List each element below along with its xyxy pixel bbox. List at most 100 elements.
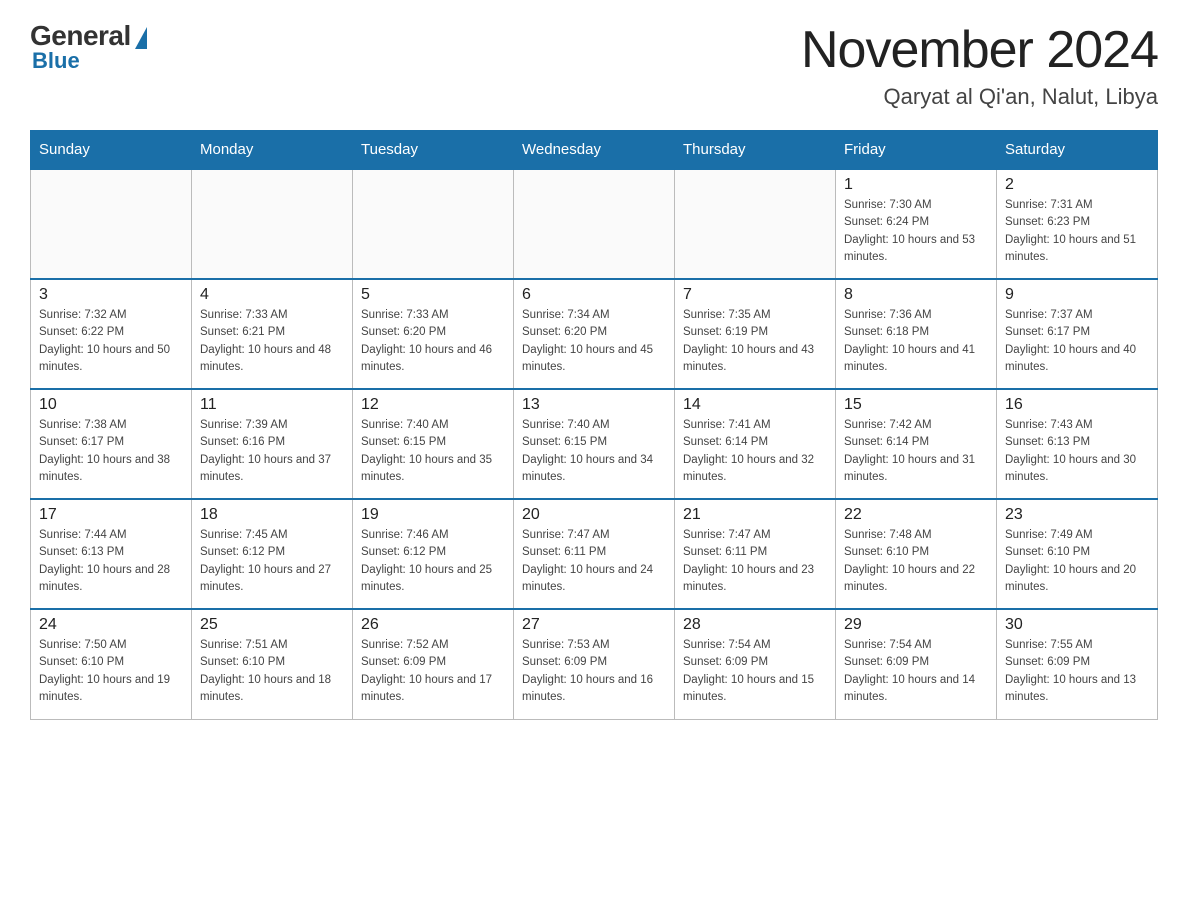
header-wednesday: Wednesday: [514, 131, 675, 170]
calendar-cell: 23 Sunrise: 7:49 AMSunset: 6:10 PMDayligh…: [997, 499, 1158, 609]
calendar-cell: 8Sunrise: 7:36 AMSunset: 6:18 PMDaylight…: [836, 279, 997, 389]
calendar-cell: 30 Sunrise: 7:55 AMSunset: 6:09 PMDayligh…: [997, 609, 1158, 719]
calendar-cell: 20 Sunrise: 7:47 AMSunset: 6:11 PMDayligh…: [514, 499, 675, 609]
day-number: 6: [522, 286, 666, 304]
day-number: 7: [683, 286, 827, 304]
day-number: 21: [683, 506, 827, 524]
day-number: 29: [844, 616, 988, 634]
day-number: 16: [1005, 396, 1149, 414]
calendar-cell: 24 Sunrise: 7:50 AMSunset: 6:10 PMDayligh…: [31, 609, 192, 719]
day-number: 26: [361, 616, 505, 634]
day-number: 2: [1005, 176, 1149, 194]
day-number: 19: [361, 506, 505, 524]
calendar-cell: 19Sunrise: 7:46 AMSunset: 6:12 PMDayligh…: [353, 499, 514, 609]
week-row-1: 1 Sunrise: 7:30 AMSunset: 6:24 PMDaylight…: [31, 169, 1158, 279]
header-thursday: Thursday: [675, 131, 836, 170]
calendar-cell: 6 Sunrise: 7:34 AMSunset: 6:20 PMDaylight…: [514, 279, 675, 389]
day-info: Sunrise: 7:51 AMSunset: 6:10 PMDaylight:…: [200, 637, 344, 706]
calendar-cell: 5 Sunrise: 7:33 AMSunset: 6:20 PMDaylight…: [353, 279, 514, 389]
day-info: Sunrise: 7:39 AMSunset: 6:16 PMDaylight:…: [200, 417, 344, 486]
day-info: Sunrise: 7:40 AMSunset: 6:15 PMDaylight:…: [522, 417, 666, 486]
day-number: 12: [361, 396, 505, 414]
page-header: General Blue November 2024 Qaryat al Qi'…: [30, 20, 1158, 110]
day-info: Sunrise: 7:37 AMSunset: 6:17 PMDaylight:…: [1005, 307, 1149, 376]
day-number: 1: [844, 176, 988, 194]
day-number: 17: [39, 506, 183, 524]
calendar-cell: 7 Sunrise: 7:35 AMSunset: 6:19 PMDaylight…: [675, 279, 836, 389]
day-number: 3: [39, 286, 183, 304]
header-friday: Friday: [836, 131, 997, 170]
calendar-cell: 10 Sunrise: 7:38 AMSunset: 6:17 PMDayligh…: [31, 389, 192, 499]
day-info: Sunrise: 7:33 AMSunset: 6:21 PMDaylight:…: [200, 307, 344, 376]
day-number: 11: [200, 396, 344, 414]
day-number: 27: [522, 616, 666, 634]
day-info: Sunrise: 7:53 AMSunset: 6:09 PMDaylight:…: [522, 637, 666, 706]
day-number: 22: [844, 506, 988, 524]
logo-blue-text: Blue: [32, 48, 80, 74]
calendar-cell: 2 Sunrise: 7:31 AMSunset: 6:23 PMDaylight…: [997, 169, 1158, 279]
calendar-table: Sunday Monday Tuesday Wednesday Thursday…: [30, 130, 1158, 720]
day-info: Sunrise: 7:44 AMSunset: 6:13 PMDaylight:…: [39, 527, 183, 596]
day-number: 20: [522, 506, 666, 524]
header-tuesday: Tuesday: [353, 131, 514, 170]
day-info: Sunrise: 7:38 AMSunset: 6:17 PMDaylight:…: [39, 417, 183, 486]
calendar-cell: 16 Sunrise: 7:43 AMSunset: 6:13 PMDayligh…: [997, 389, 1158, 499]
day-number: 13: [522, 396, 666, 414]
day-info: Sunrise: 7:43 AMSunset: 6:13 PMDaylight:…: [1005, 417, 1149, 486]
calendar-cell: 25 Sunrise: 7:51 AMSunset: 6:10 PMDayligh…: [192, 609, 353, 719]
day-info: Sunrise: 7:35 AMSunset: 6:19 PMDaylight:…: [683, 307, 827, 376]
calendar-cell: 29Sunrise: 7:54 AMSunset: 6:09 PMDayligh…: [836, 609, 997, 719]
week-row-3: 10 Sunrise: 7:38 AMSunset: 6:17 PMDayligh…: [31, 389, 1158, 499]
day-number: 25: [200, 616, 344, 634]
calendar-cell: 22 Sunrise: 7:48 AMSunset: 6:10 PMDayligh…: [836, 499, 997, 609]
day-info: Sunrise: 7:41 AMSunset: 6:14 PMDaylight:…: [683, 417, 827, 486]
logo: General Blue: [30, 20, 147, 74]
day-number: 10: [39, 396, 183, 414]
calendar-cell: 26Sunrise: 7:52 AMSunset: 6:09 PMDayligh…: [353, 609, 514, 719]
day-number: 24: [39, 616, 183, 634]
title-area: November 2024 Qaryat al Qi'an, Nalut, Li…: [801, 20, 1158, 110]
calendar-cell: 4 Sunrise: 7:33 AMSunset: 6:21 PMDaylight…: [192, 279, 353, 389]
calendar-cell: [675, 169, 836, 279]
calendar-cell: [31, 169, 192, 279]
day-info: Sunrise: 7:42 AMSunset: 6:14 PMDaylight:…: [844, 417, 988, 486]
day-number: 30: [1005, 616, 1149, 634]
weekday-header-row: Sunday Monday Tuesday Wednesday Thursday…: [31, 131, 1158, 170]
week-row-5: 24 Sunrise: 7:50 AMSunset: 6:10 PMDayligh…: [31, 609, 1158, 719]
calendar-cell: 27 Sunrise: 7:53 AMSunset: 6:09 PMDayligh…: [514, 609, 675, 719]
calendar-cell: [514, 169, 675, 279]
day-info: Sunrise: 7:55 AMSunset: 6:09 PMDaylight:…: [1005, 637, 1149, 706]
day-info: Sunrise: 7:30 AMSunset: 6:24 PMDaylight:…: [844, 197, 988, 266]
header-monday: Monday: [192, 131, 353, 170]
day-number: 4: [200, 286, 344, 304]
calendar-cell: 15Sunrise: 7:42 AMSunset: 6:14 PMDayligh…: [836, 389, 997, 499]
day-info: Sunrise: 7:48 AMSunset: 6:10 PMDaylight:…: [844, 527, 988, 596]
logo-triangle-icon: [135, 27, 147, 49]
calendar-cell: 11 Sunrise: 7:39 AMSunset: 6:16 PMDayligh…: [192, 389, 353, 499]
calendar-cell: [192, 169, 353, 279]
day-info: Sunrise: 7:34 AMSunset: 6:20 PMDaylight:…: [522, 307, 666, 376]
day-number: 14: [683, 396, 827, 414]
calendar-cell: 17 Sunrise: 7:44 AMSunset: 6:13 PMDayligh…: [31, 499, 192, 609]
day-info: Sunrise: 7:50 AMSunset: 6:10 PMDaylight:…: [39, 637, 183, 706]
location-title: Qaryat al Qi'an, Nalut, Libya: [801, 84, 1158, 110]
day-info: Sunrise: 7:40 AMSunset: 6:15 PMDaylight:…: [361, 417, 505, 486]
day-info: Sunrise: 7:49 AMSunset: 6:10 PMDaylight:…: [1005, 527, 1149, 596]
day-number: 28: [683, 616, 827, 634]
calendar-cell: [353, 169, 514, 279]
day-info: Sunrise: 7:45 AMSunset: 6:12 PMDaylight:…: [200, 527, 344, 596]
header-sunday: Sunday: [31, 131, 192, 170]
day-info: Sunrise: 7:47 AMSunset: 6:11 PMDaylight:…: [522, 527, 666, 596]
day-info: Sunrise: 7:33 AMSunset: 6:20 PMDaylight:…: [361, 307, 505, 376]
day-info: Sunrise: 7:32 AMSunset: 6:22 PMDaylight:…: [39, 307, 183, 376]
day-number: 18: [200, 506, 344, 524]
day-number: 9: [1005, 286, 1149, 304]
day-number: 23: [1005, 506, 1149, 524]
calendar-cell: 13 Sunrise: 7:40 AMSunset: 6:15 PMDayligh…: [514, 389, 675, 499]
calendar-cell: 3 Sunrise: 7:32 AMSunset: 6:22 PMDaylight…: [31, 279, 192, 389]
header-saturday: Saturday: [997, 131, 1158, 170]
day-info: Sunrise: 7:31 AMSunset: 6:23 PMDaylight:…: [1005, 197, 1149, 266]
month-title: November 2024: [801, 20, 1158, 80]
week-row-4: 17 Sunrise: 7:44 AMSunset: 6:13 PMDayligh…: [31, 499, 1158, 609]
day-number: 5: [361, 286, 505, 304]
